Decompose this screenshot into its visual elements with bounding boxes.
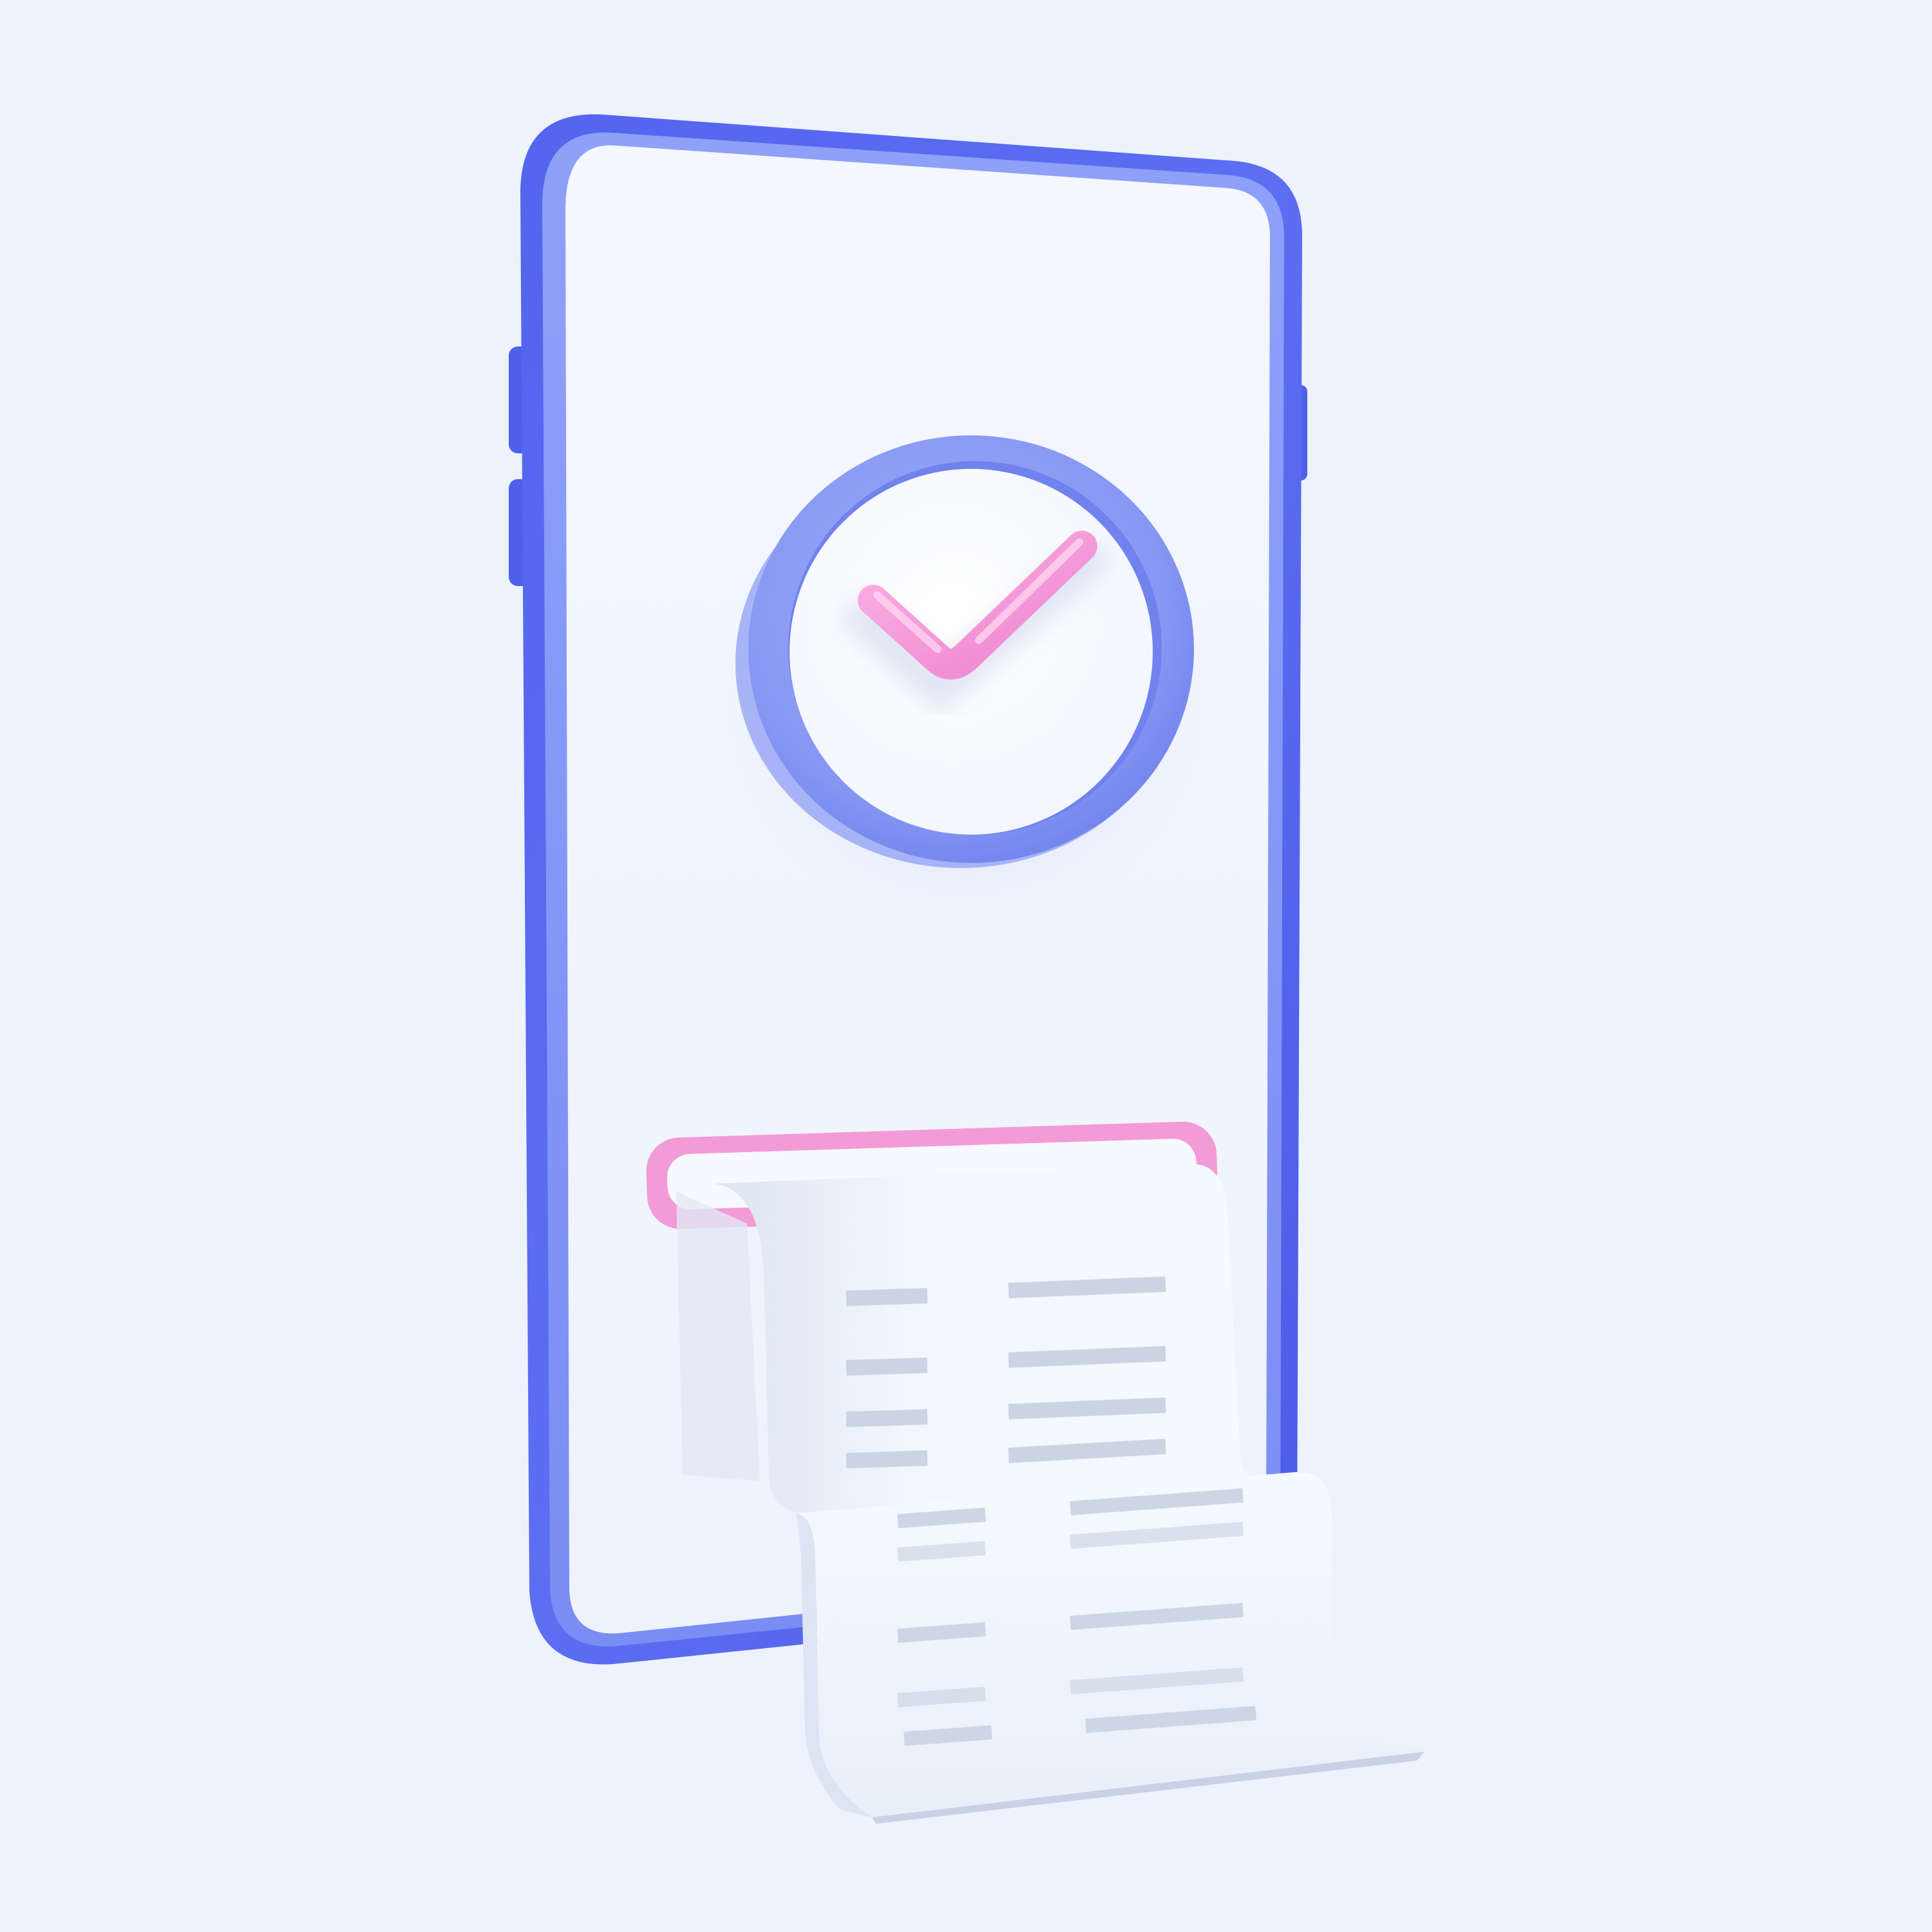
receipt-line: [846, 1450, 928, 1468]
receipt-line: [897, 1508, 986, 1528]
receipt-line: [846, 1358, 928, 1376]
receipt-upper-shadow: [676, 1191, 760, 1481]
receipt-line: [1008, 1397, 1166, 1419]
receipt-line: [897, 1622, 986, 1643]
receipt-line: [897, 1687, 986, 1707]
receipt-line: [846, 1409, 928, 1427]
receipt-upper-panel: [715, 1164, 1262, 1514]
receipt-line: [1008, 1439, 1166, 1463]
receipt-line: [1008, 1346, 1166, 1368]
receipt-line: [1008, 1276, 1166, 1298]
receipt-line: [897, 1541, 986, 1562]
receipt-line: [904, 1725, 992, 1746]
payment-success-illustration: [0, 0, 1932, 1932]
receipt-line: [846, 1288, 928, 1306]
